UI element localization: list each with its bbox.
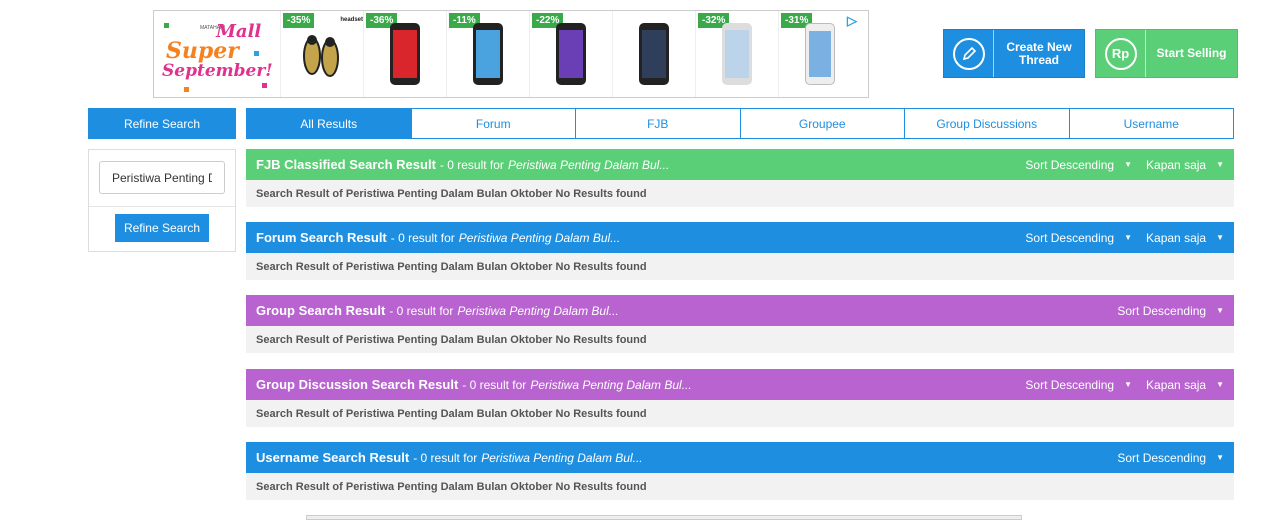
section-body: Search Result of Peristiwa Penting Dalam…	[246, 326, 1234, 353]
sort-label: Sort Descending	[1025, 157, 1115, 172]
tab-groupee[interactable]: Groupee	[739, 109, 904, 138]
caret-down-icon: ▼	[1216, 306, 1224, 315]
caret-down-icon: ▼	[1216, 233, 1224, 242]
group-result-section: Group Search Result - 0 result for Peris…	[246, 295, 1234, 353]
ad-product[interactable]: -11%	[446, 11, 529, 97]
confetti-shape	[164, 23, 169, 28]
sort-label: Sort Descending	[1117, 303, 1207, 318]
sort-label: Sort Descending	[1117, 450, 1207, 465]
refine-search-panel: Refine Search	[88, 149, 236, 252]
caret-down-icon: ▼	[1124, 160, 1133, 169]
create-thread-icon-wrap	[944, 30, 994, 77]
section-body: Search Result of Peristiwa Penting Dalam…	[246, 253, 1234, 280]
section-title: Username Search Result	[256, 450, 410, 465]
section-title: Forum Search Result	[256, 230, 387, 245]
refine-search-button[interactable]: Refine Search	[115, 214, 209, 242]
section-title: Group Search Result	[256, 303, 386, 318]
sort-dropdown[interactable]: Sort Descending ▼	[1117, 451, 1224, 465]
caret-down-icon: ▼	[1216, 453, 1224, 462]
start-selling-icon-wrap: Rp	[1096, 30, 1146, 77]
fjb-result-section: FJB Classified Search Result - 0 result …	[246, 149, 1234, 207]
result-count: - 0 result for	[439, 157, 504, 172]
phone-image	[722, 23, 752, 85]
caret-down-icon: ▼	[1124, 380, 1133, 389]
section-header: Group Discussion Search Result - 0 resul…	[246, 369, 1234, 400]
tab-fjb[interactable]: FJB	[575, 109, 740, 138]
phone-image	[556, 23, 586, 85]
section-header: Forum Search Result - 0 result for Peris…	[246, 222, 1234, 253]
earphones-icon	[303, 35, 339, 77]
logo-september-text: September!	[162, 61, 273, 81]
ad-product[interactable]: -31% ▷	[778, 11, 861, 97]
section-body: Search Result of Peristiwa Penting Dalam…	[246, 180, 1234, 207]
sort-dropdown[interactable]: Sort Descending ▼	[1025, 231, 1132, 245]
sort-label: Sort Descending	[1025, 230, 1115, 245]
result-count: - 0 result for	[390, 230, 455, 245]
ad-product[interactable]: -22%	[529, 11, 612, 97]
time-label: Kapan saja	[1146, 157, 1207, 172]
section-title: Group Discussion Search Result	[256, 377, 459, 392]
tab-forum[interactable]: Forum	[410, 109, 575, 138]
create-thread-label: Create New Thread	[1006, 39, 1072, 67]
result-count: - 0 result for	[389, 303, 454, 318]
search-query: Peristiwa Penting Dalam Bul...	[530, 377, 692, 392]
tab-all-results[interactable]: All Results	[247, 109, 411, 138]
forum-result-section: Forum Search Result - 0 result for Peris…	[246, 222, 1234, 280]
super-september-logo: MATAHARI Mall Super September!	[154, 11, 280, 97]
sort-dropdown[interactable]: Sort Descending ▼	[1025, 158, 1132, 172]
adchoices-icon[interactable]: ▷	[847, 13, 857, 29]
phone-image	[805, 23, 835, 85]
section-title: FJB Classified Search Result	[256, 157, 436, 172]
start-selling-label: Start Selling	[1156, 46, 1227, 60]
result-count: - 0 result for	[462, 377, 527, 392]
ad-banner-top[interactable]: MATAHARI Mall Super September! -35% head…	[153, 10, 869, 98]
discount-badge: -35%	[283, 13, 315, 28]
time-dropdown[interactable]: Kapan saja ▼	[1146, 158, 1224, 172]
phone-image	[639, 23, 669, 85]
product-label: headset	[340, 17, 363, 23]
create-new-thread-button[interactable]: Create New Thread	[943, 29, 1085, 78]
refine-search-header: Refine Search	[88, 108, 236, 139]
tab-username[interactable]: Username	[1068, 109, 1233, 138]
search-query: Peristiwa Penting Dalam Bul...	[507, 157, 670, 172]
section-header: Group Search Result - 0 result for Peris…	[246, 295, 1234, 326]
confetti-shape	[262, 83, 267, 88]
confetti-shape	[254, 51, 259, 56]
ad-product[interactable]	[612, 11, 695, 97]
start-selling-button[interactable]: Rp Start Selling	[1095, 29, 1238, 78]
ad-product[interactable]: -36%	[363, 11, 446, 97]
caret-down-icon: ▼	[1124, 233, 1133, 242]
divider	[89, 206, 235, 207]
caret-down-icon: ▼	[1216, 380, 1224, 389]
rupiah-icon: Rp	[1104, 37, 1137, 70]
group-discussion-result-section: Group Discussion Search Result - 0 resul…	[246, 369, 1234, 427]
time-dropdown[interactable]: Kapan saja ▼	[1146, 231, 1224, 245]
section-body: Search Result of Peristiwa Penting Dalam…	[246, 400, 1234, 427]
result-tabs: All Results Forum FJB Groupee Group Disc…	[246, 108, 1234, 139]
caret-down-icon: ▼	[1216, 160, 1224, 169]
username-result-section: Username Search Result - 0 result for Pe…	[246, 442, 1234, 500]
time-label: Kapan saja	[1146, 377, 1207, 392]
refine-search-input[interactable]	[99, 161, 225, 194]
sort-dropdown[interactable]: Sort Descending ▼	[1117, 304, 1224, 318]
search-query: Peristiwa Penting Dalam Bul...	[457, 303, 619, 318]
search-query: Peristiwa Penting Dalam Bul...	[458, 230, 621, 245]
phone-image	[390, 23, 420, 85]
ad-banner-bottom[interactable]	[306, 515, 1022, 520]
confetti-shape	[184, 87, 189, 92]
time-label: Kapan saja	[1146, 230, 1207, 245]
phone-image	[473, 23, 503, 85]
section-body: Search Result of Peristiwa Penting Dalam…	[246, 473, 1234, 500]
sort-dropdown[interactable]: Sort Descending ▼	[1025, 378, 1132, 392]
time-dropdown[interactable]: Kapan saja ▼	[1146, 378, 1224, 392]
tab-group-discussions[interactable]: Group Discussions	[904, 109, 1069, 138]
ad-product[interactable]: -35% headset	[280, 11, 363, 97]
result-count: - 0 result for	[413, 450, 478, 465]
pencil-icon	[952, 37, 985, 70]
section-header: FJB Classified Search Result - 0 result …	[246, 149, 1234, 180]
ad-product[interactable]: -32%	[695, 11, 778, 97]
section-header: Username Search Result - 0 result for Pe…	[246, 442, 1234, 473]
sort-label: Sort Descending	[1025, 377, 1115, 392]
search-query: Peristiwa Penting Dalam Bul...	[481, 450, 643, 465]
